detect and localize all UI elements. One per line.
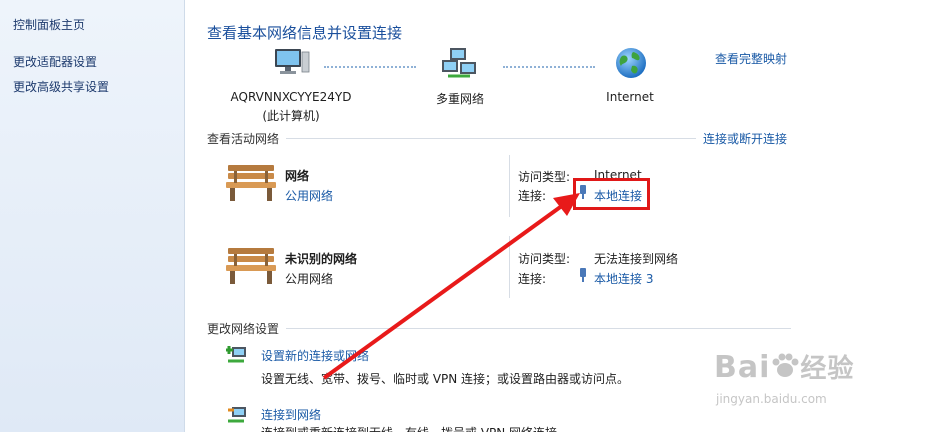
baidu-paw-icon [770, 352, 800, 378]
watermark-url: jingyan.baidu.com [716, 392, 827, 406]
sidebar-item-change-advanced-sharing[interactable]: 更改高级共享设置 [13, 78, 109, 95]
watermark-brand: Bai 经验 [714, 350, 855, 385]
left-navigation-pane: 控制面板主页 更改适配器设置 更改高级共享设置 [0, 0, 185, 432]
sidebar-item-control-panel-home[interactable]: 控制面板主页 [13, 16, 85, 33]
main-content: 查看基本网络信息并设置连接 查看完整映射 AQRVNNXCYYE24YD (此计… [186, 0, 928, 432]
network-sharing-center-window: 控制面板主页 更改适配器设置 更改高级共享设置 查看基本网络信息并设置连接 查看… [0, 0, 928, 432]
sidebar-item-change-adapter-settings[interactable]: 更改适配器设置 [13, 53, 97, 70]
